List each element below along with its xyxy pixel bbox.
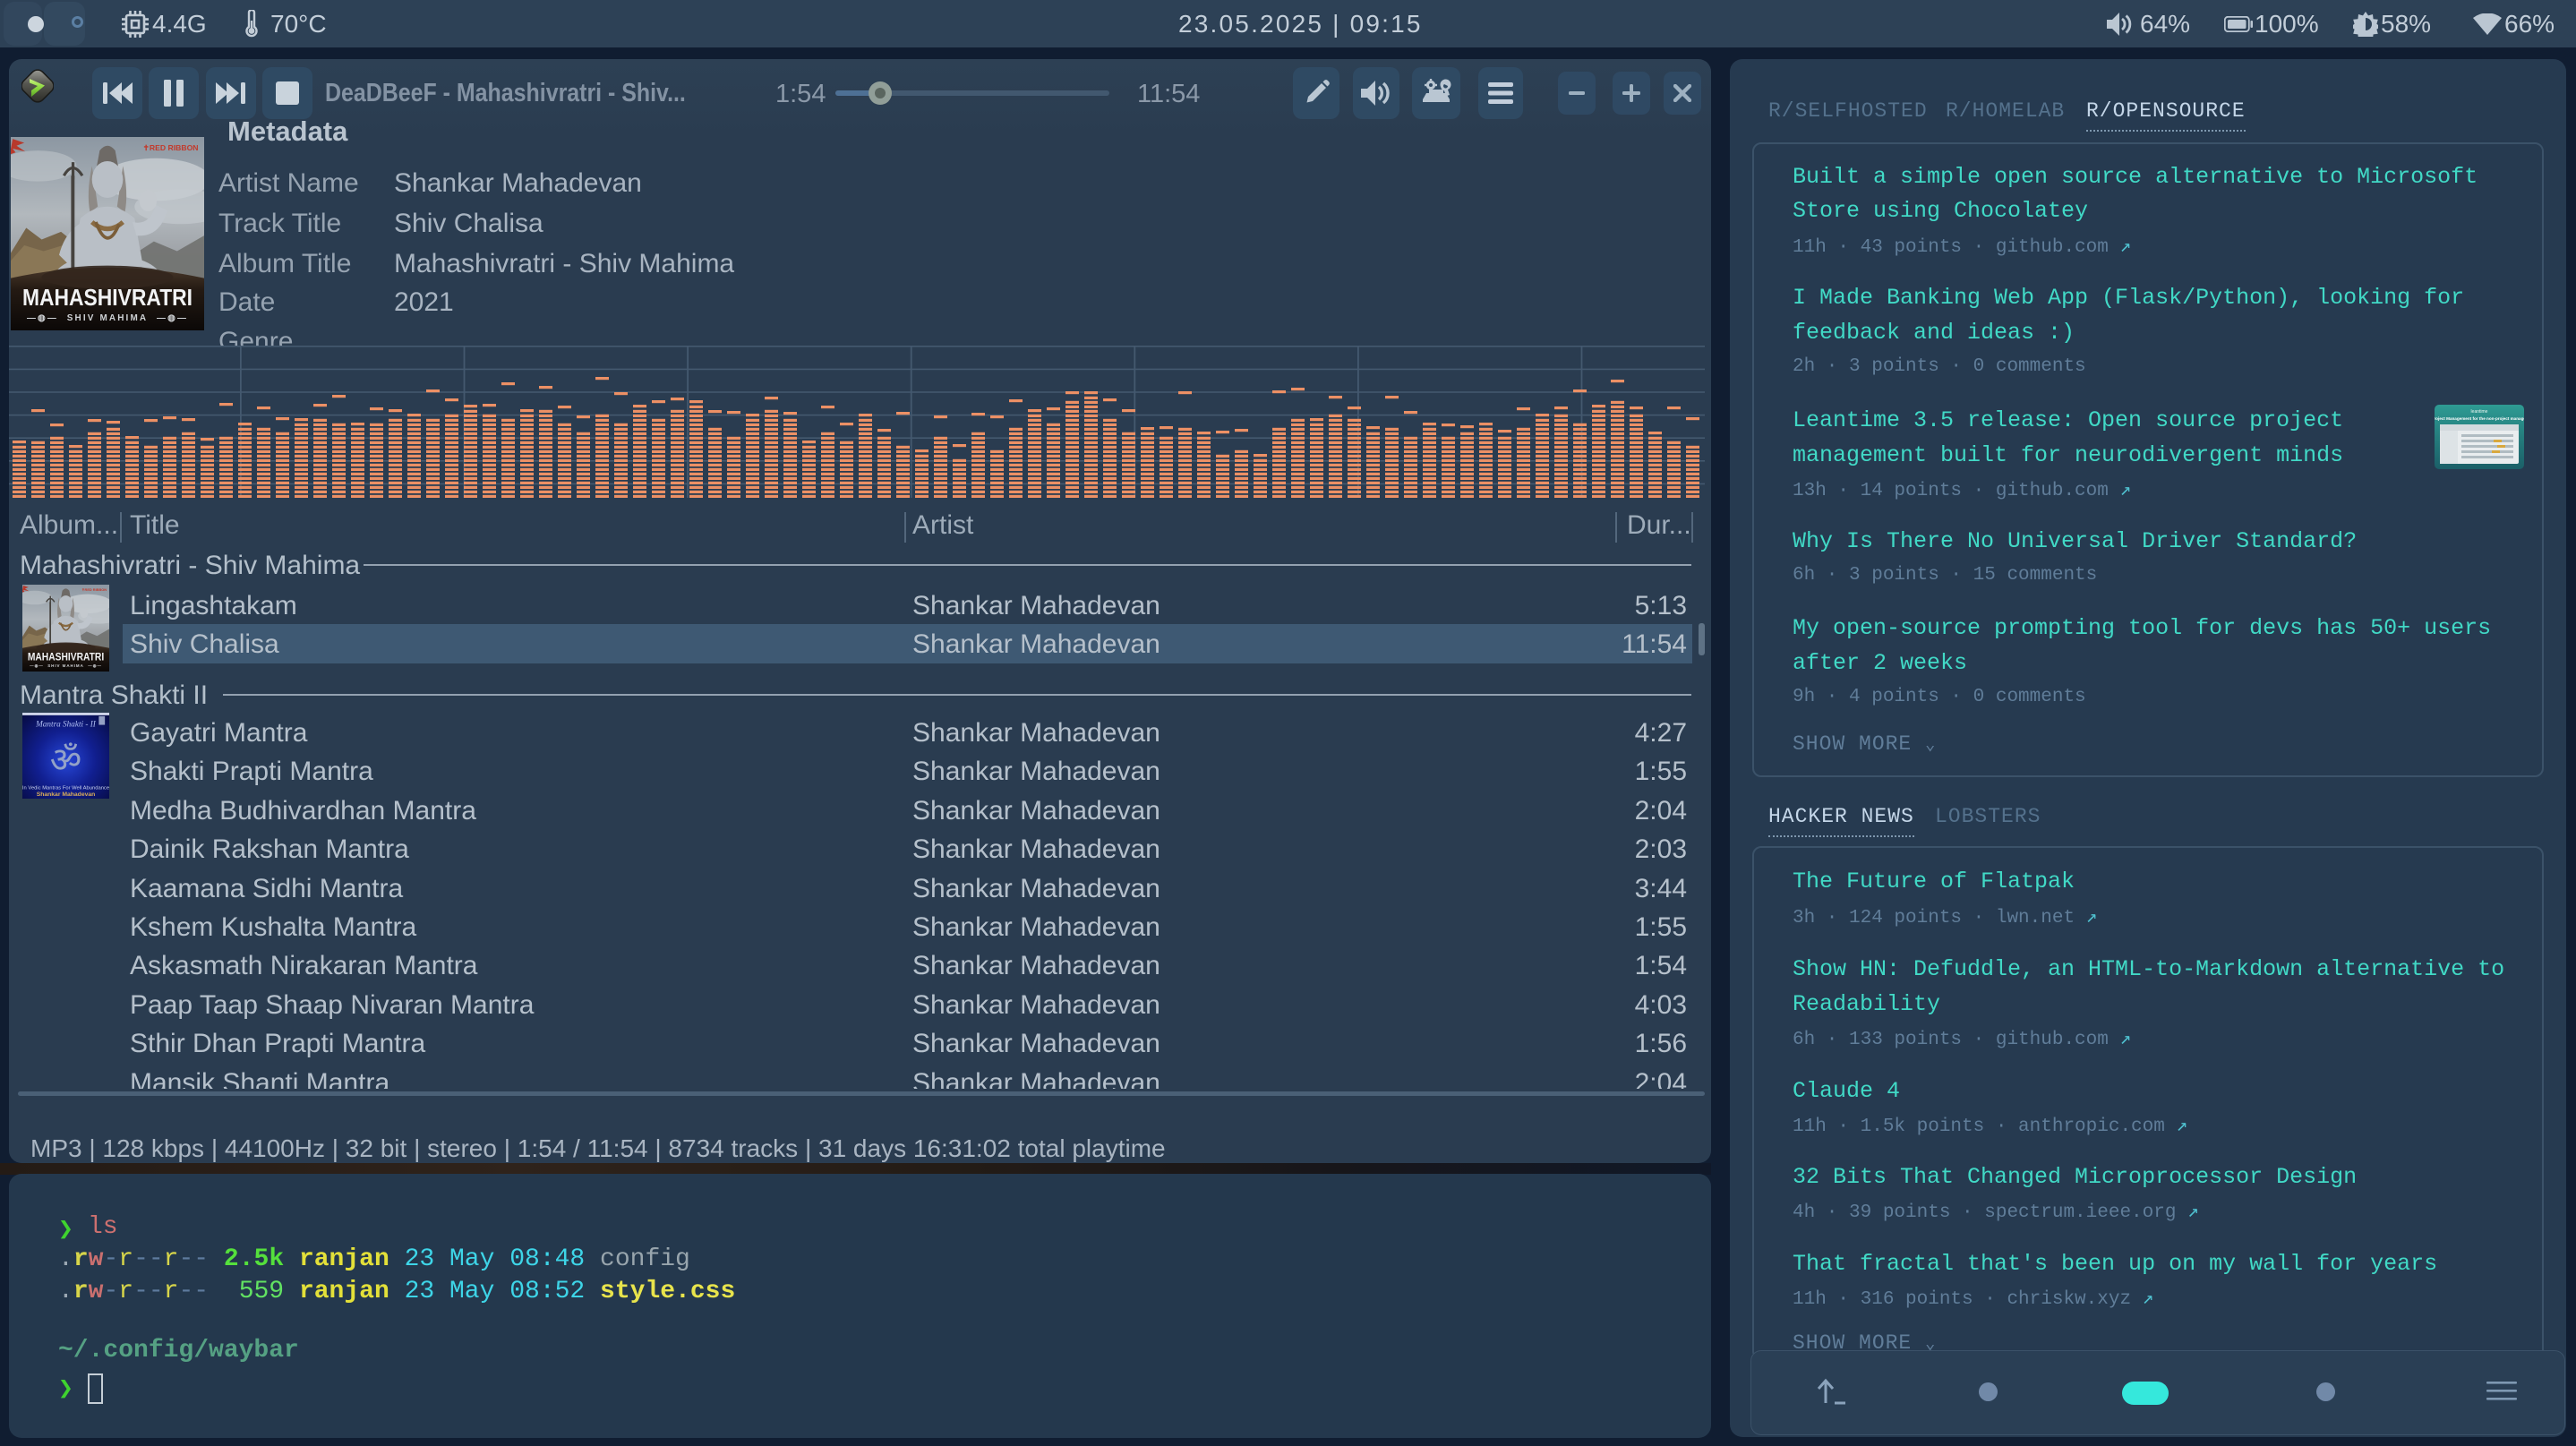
svg-text:Mantra Shakti - II: Mantra Shakti - II: [35, 720, 97, 729]
svg-text:In Vedic Mantras For Well Abun: In Vedic Mantras For Well Abundance: [22, 785, 109, 791]
svg-text:ॐ: ॐ: [50, 741, 81, 780]
svg-text:leantime: leantime: [2471, 409, 2488, 415]
svg-text:Shankar Mahadevan: Shankar Mahadevan: [37, 791, 96, 798]
svg-text:Project Management for the non: Project Management for the non-project m…: [2435, 416, 2524, 421]
